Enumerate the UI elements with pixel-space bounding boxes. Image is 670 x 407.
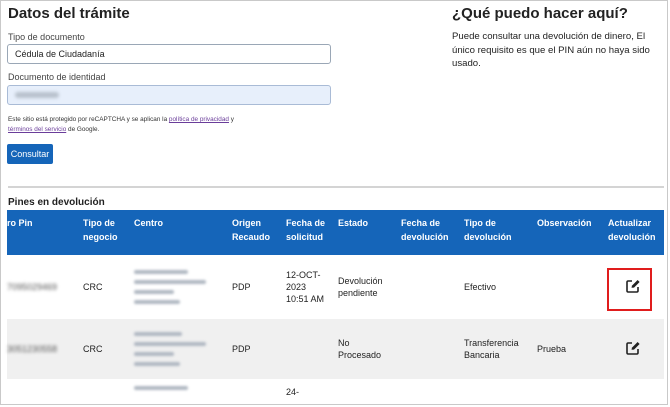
pin-value-redacted: 7095029469 (7, 282, 58, 292)
cell-centro (128, 319, 226, 379)
terms-link[interactable]: términos del servicio (8, 126, 66, 133)
cell-pin (7, 379, 77, 404)
col-centro: Centro (128, 210, 226, 255)
col-tipo-negocio: Tipo de negocio (77, 210, 128, 255)
documento-value-redacted (15, 92, 59, 98)
col-estado: Estado (332, 210, 395, 255)
recaptcha-text: Este sitio está protegido por reCAPTCHA … (8, 116, 169, 123)
cell-centro (128, 379, 226, 404)
cell-tipo-negocio (77, 379, 128, 404)
cell-tipo-devolucion: Transferencia Bancaria (458, 319, 531, 379)
help-title: ¿Qué puedo hacer aquí? (452, 5, 628, 22)
cell-fecha-devolucion (395, 319, 458, 379)
col-pin: ro Pin (7, 210, 77, 255)
cell-pin: 7095029469 (7, 255, 77, 319)
tipo-documento-select[interactable]: Cédula de Ciudadanía (7, 44, 331, 64)
consultar-button[interactable]: Consultar (7, 144, 53, 164)
col-fecha-solicitud: Fecha de solicitud (280, 210, 332, 255)
cell-actualizar (602, 319, 664, 379)
cell-estado: No Procesado (332, 319, 395, 379)
highlight-annotation-box (607, 268, 652, 311)
pins-table: ro Pin Tipo de negocio Centro Origen Rec… (7, 210, 664, 404)
col-tipo-devolucion: Tipo de devolución (458, 210, 531, 255)
table-row: 24- (7, 379, 664, 404)
cell-actualizar (602, 379, 664, 404)
help-text: Puede consultar una devolución de dinero… (452, 31, 650, 69)
cell-estado (332, 379, 395, 404)
cell-fecha-devolucion (395, 255, 458, 319)
cell-tipo-negocio: CRC (77, 319, 128, 379)
cell-fecha-solicitud (280, 319, 332, 379)
page-frame: Datos del trámite Tipo de documento Cédu… (0, 0, 668, 405)
cell-origen-recaudo: PDP (226, 255, 280, 319)
documento-identidad-label: Documento de identidad (8, 72, 106, 82)
cell-observacion: Prueba (531, 319, 602, 379)
tipo-documento-value: Cédula de Ciudadanía (15, 49, 105, 59)
tipo-documento-label: Tipo de documento (8, 32, 85, 42)
recaptcha-notice: Este sitio está protegido por reCAPTCHA … (8, 115, 338, 135)
centro-value-redacted (134, 332, 210, 366)
table-header-row: ro Pin Tipo de negocio Centro Origen Rec… (7, 210, 664, 255)
table-row: 3051230558 CRC PDP No Procesado Transfer… (7, 319, 664, 379)
cell-pin: 3051230558 (7, 319, 77, 379)
edit-icon[interactable] (625, 340, 641, 356)
cell-fecha-devolucion (395, 379, 458, 404)
recaptcha-text-3: de Google. (66, 126, 100, 133)
cell-fecha-solicitud: 12-OCT-2023 10:51 AM (280, 255, 332, 319)
cell-tipo-negocio: CRC (77, 255, 128, 319)
cell-origen-recaudo: PDP (226, 319, 280, 379)
cell-estado: Devolución pendiente (332, 255, 395, 319)
privacy-link[interactable]: política de privacidad (169, 116, 229, 123)
documento-identidad-input[interactable] (7, 85, 331, 105)
section-divider (8, 186, 664, 188)
pin-value-redacted: 3051230558 (7, 344, 58, 354)
centro-value-redacted (134, 386, 210, 390)
table-row: 7095029469 CRC PDP 12-OCT-2023 10:51 AM … (7, 255, 664, 319)
form-title: Datos del trámite (8, 5, 130, 22)
col-observacion: Observación (531, 210, 602, 255)
recaptcha-text-2: y (228, 116, 234, 123)
cell-observacion (531, 255, 602, 319)
centro-value-redacted (134, 270, 210, 304)
cell-tipo-devolucion: Efectivo (458, 255, 531, 319)
cell-origen-recaudo (226, 379, 280, 404)
cell-tipo-devolucion (458, 379, 531, 404)
col-origen-recaudo: Origen Recaudo (226, 210, 280, 255)
pins-section-title: Pines en devolución (8, 197, 105, 208)
col-actualizar-devolucion: Actualizar devolución (602, 210, 664, 255)
col-fecha-devolucion: Fecha de devolución (395, 210, 458, 255)
cell-fecha-solicitud: 24- (280, 379, 332, 404)
cell-centro (128, 255, 226, 319)
cell-observacion (531, 379, 602, 404)
